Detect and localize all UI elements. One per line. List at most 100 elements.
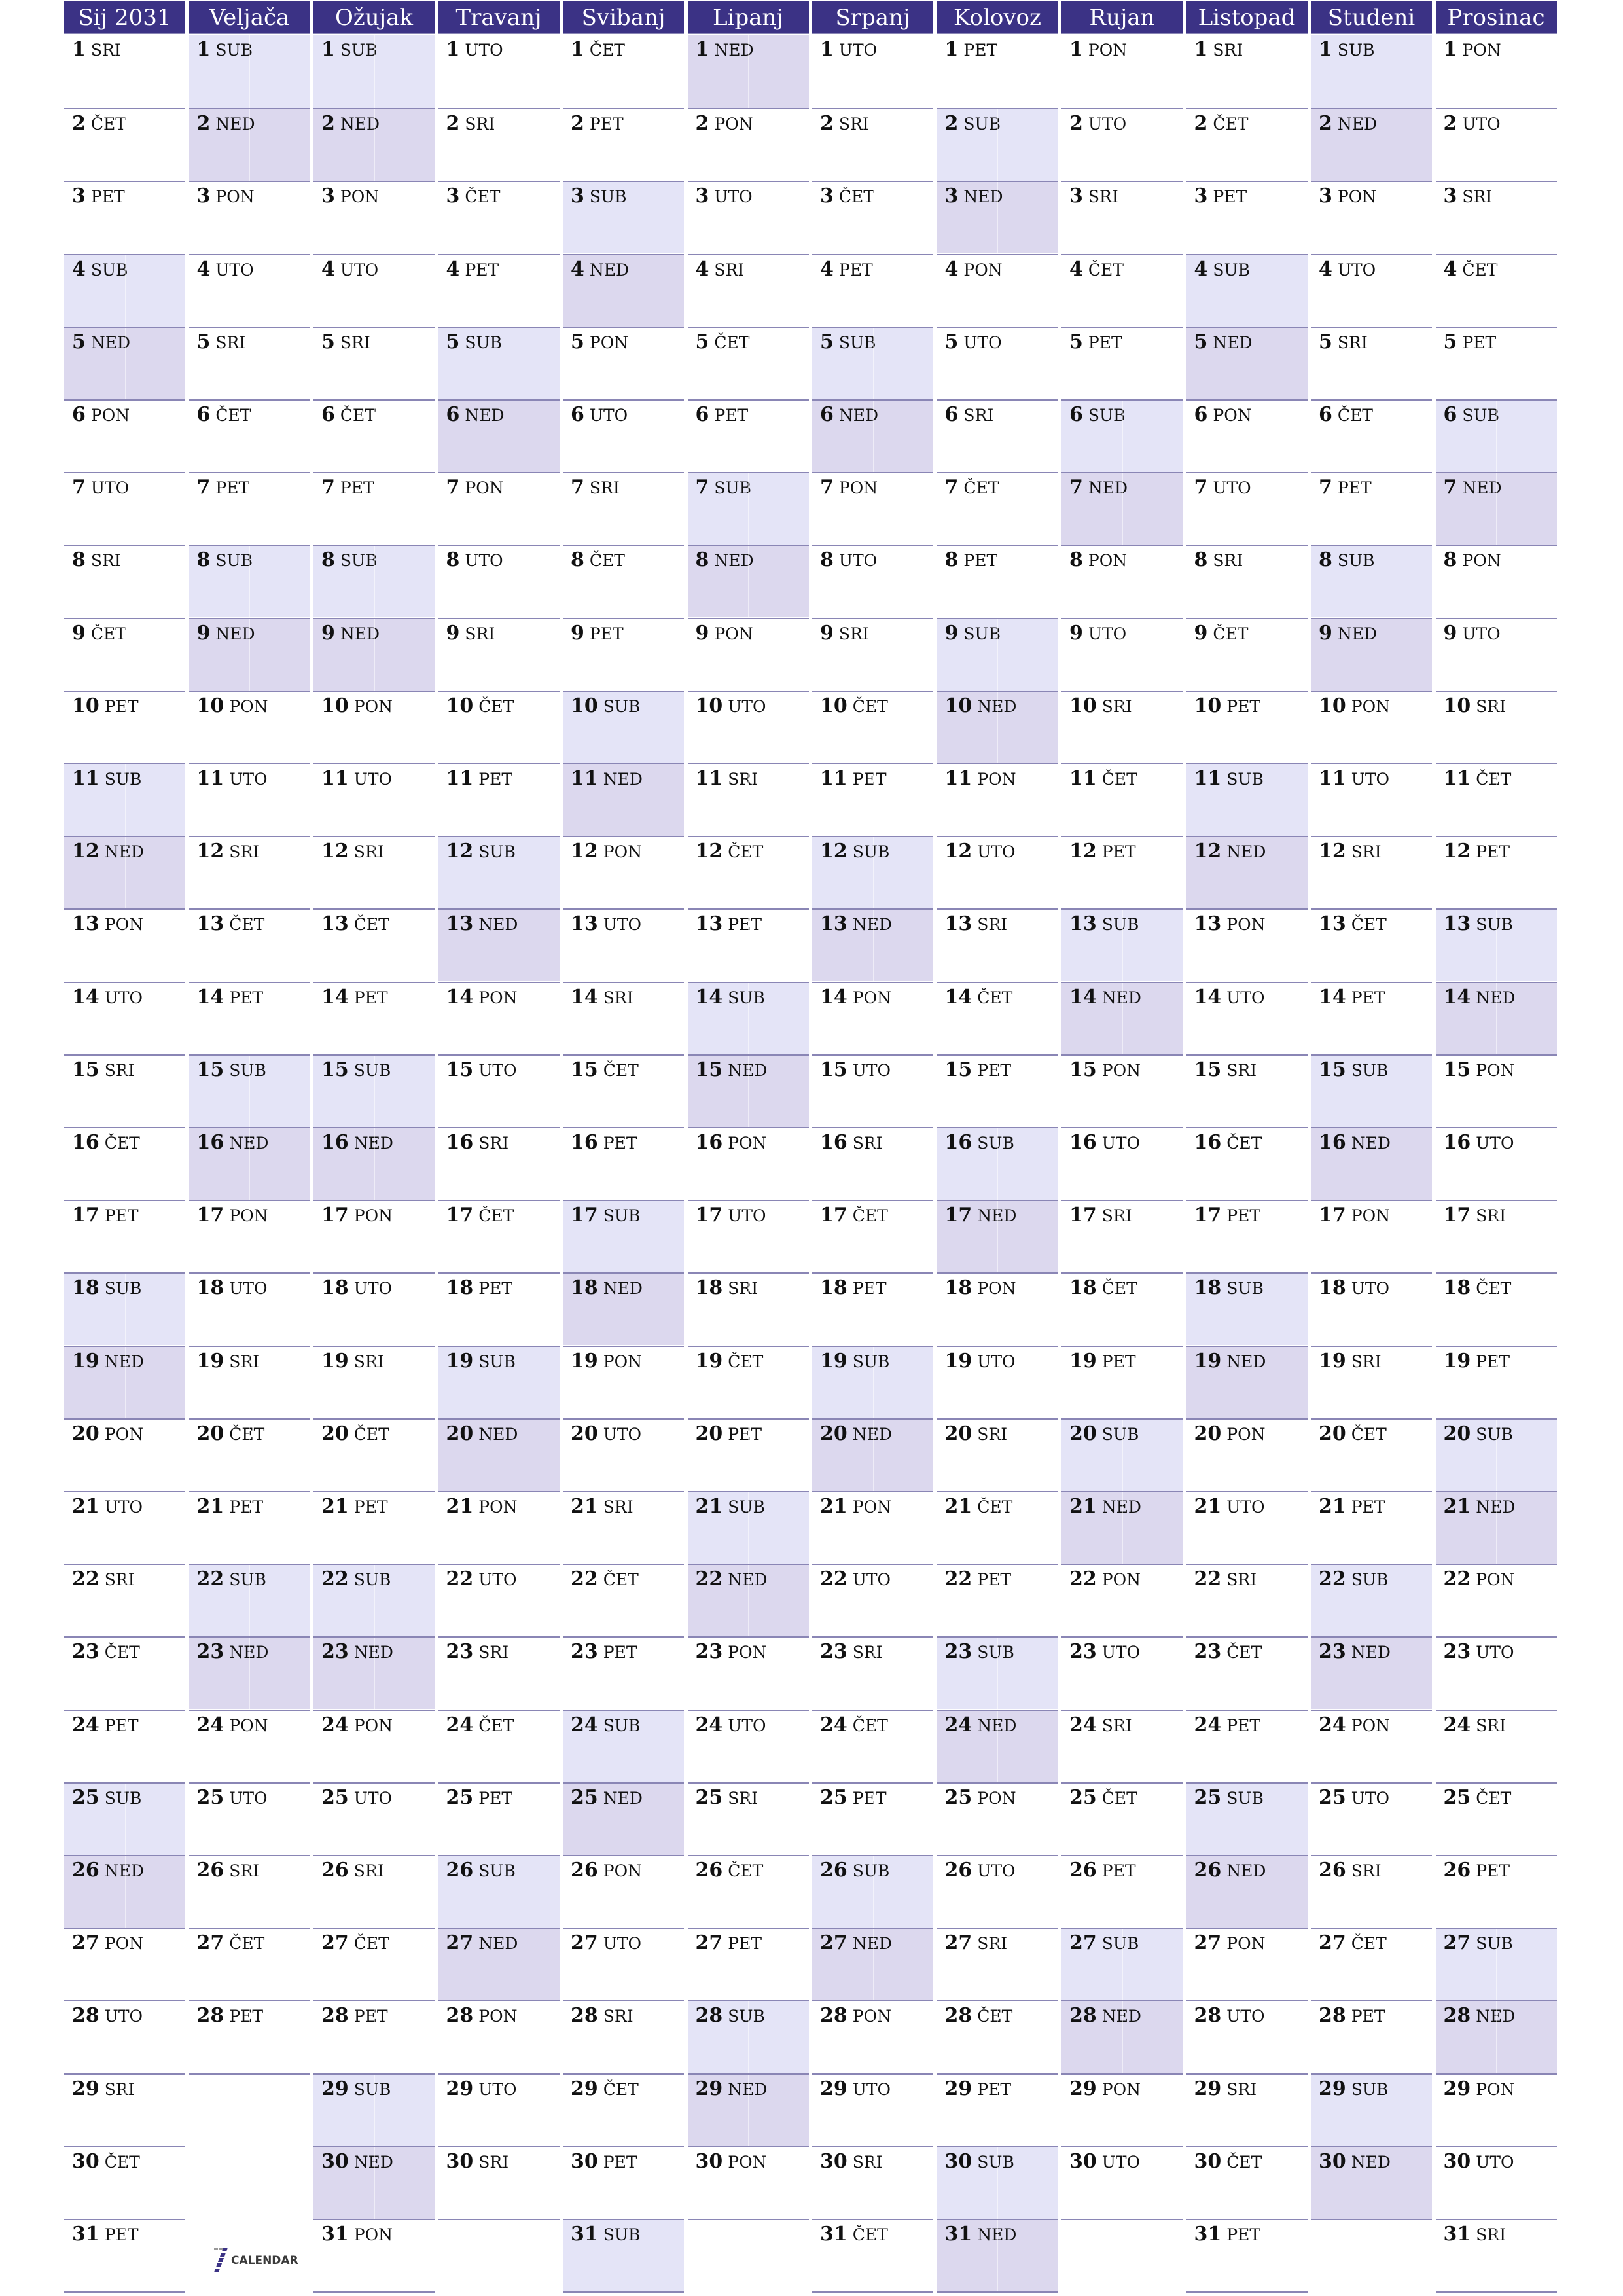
day-cell: 19 NED [64,1345,185,1418]
weekday-label: NED [852,1424,892,1444]
weekday-label: PON [603,842,642,862]
day-cell: 12 UTO [936,836,1058,909]
day-number: 21 SUB [695,1495,765,1518]
day-cell: 19 PET [1061,1345,1183,1418]
weekday-label: UTO [1351,1279,1389,1299]
day-cell: 13 SUB [1061,908,1183,982]
day-cell: 27 PON [64,1928,185,2001]
day-number: 29 SUB [1319,2077,1389,2100]
day-cell: 4 SRI [687,253,809,327]
weekday-label: SRI [90,551,121,571]
day-number: 16 SRI [446,1131,509,1154]
day-number: 1 PON [1443,38,1501,61]
day-number: 2 UTO [1069,112,1127,135]
weekday-label: UTO [1462,624,1501,643]
day-number: 9 NED [196,621,255,645]
day-cell: 17 SRI [1061,1200,1183,1273]
weekday-label: UTO [589,406,628,425]
day-cell: 14 PET [1311,981,1432,1054]
day-cell: 9 SUB [936,617,1058,691]
weekday-label: UTO [1337,260,1376,279]
day-cell: 16 SRI [438,1127,560,1200]
day-cell: 3 ČET [812,181,933,254]
day-number: 7 PET [321,476,374,499]
day-cell: 5 PET [1061,326,1183,399]
day-number: 20 PON [1194,1422,1266,1445]
weekday-label: SRI [478,1134,509,1153]
weekday-label: UTO [1351,1788,1389,1808]
weekday-label: SRI [215,332,246,352]
weekday-label: PET [229,1498,263,1516]
day-number: 6 SUB [1443,403,1499,426]
day-cell: 9 UTO [1061,617,1183,691]
day-number: 5 SUB [820,330,876,353]
weekday-label: SRI [1476,1715,1507,1735]
day-cell: 9 SRI [438,617,560,691]
day-cell: 22 UTO [438,1564,560,1637]
weekday-label: ČET [1101,1788,1137,1808]
day-number: 17 UTO [695,1204,766,1227]
weekday-label: NED [977,1715,1017,1735]
day-number: 18 SUB [72,1276,142,1300]
weekday-label: SUB [977,1134,1014,1153]
day-number: 6 SRI [944,403,994,426]
day-number: 7 SRI [571,476,620,499]
day-cell: 18 SUB [64,1272,185,1346]
day-cell: 12 PON [563,836,684,909]
weekday-label: SRI [1226,1060,1257,1080]
day-cell: 22 UTO [812,1564,933,1637]
day-cell: 4 SUB [64,253,185,327]
weekday-label: SRI [838,624,869,643]
day-cell: 31 SRI [1435,2219,1557,2291]
day-cell: 19 SUB [438,1345,560,1418]
day-number: 14 PET [196,985,264,1009]
day-cell: 17 ČET [812,1200,933,1273]
day-number: 18 UTO [321,1276,392,1300]
day-cell: 9 PET [563,617,684,691]
day-number: 5 SUB [446,330,502,353]
weekday-label: PON [977,770,1016,789]
day-number: 26 NED [1194,1859,1266,1882]
day-number: 2 NED [321,112,380,135]
weekday-label: SRI [1476,1206,1507,1226]
day-cell: 21 SUB [687,1491,809,1564]
weekday-label: PON [104,1424,143,1444]
day-number: 9 UTO [1069,621,1127,645]
weekday-label: UTO [353,770,392,789]
weekday-label: NED [90,332,131,352]
day-number: 27 NED [446,1931,518,1955]
weekday-label: NED [1351,1134,1391,1153]
day-cell: 11 UTO [188,763,310,836]
day-number: 20 UTO [571,1422,641,1445]
day-cell: 21 PET [188,1491,310,1564]
weekday-label: SRI [1337,332,1368,352]
day-number: 27 ČET [196,1931,265,1955]
day-cell: 10 SRI [1061,690,1183,763]
weekday-label: SUB [229,1060,266,1080]
day-cell: 27 UTO [563,1928,684,2001]
day-number: 15 SRI [72,1058,135,1081]
day-number: 1 NED [695,38,754,61]
weekday-label: ČET [353,1934,389,1954]
weekday-label: UTO [90,478,130,498]
day-number: 5 SRI [321,330,370,353]
day-number: 23 NED [321,1640,393,1664]
day-number: 4 ČET [1443,257,1498,281]
day-cell: 6 NED [438,399,560,472]
weekday-label: ČET [852,696,888,716]
day-cell: 3 ČET [438,181,560,254]
day-cell: 8 SRI [1186,545,1308,618]
weekday-label: PET [104,696,139,716]
weekday-label: PET [1226,1206,1260,1226]
day-number: 3 PON [196,185,255,208]
day-number: 11 UTO [1319,767,1389,790]
weekday-label: PON [229,1715,268,1735]
day-cell: 23 SRI [438,1636,560,1710]
day-number: 6 UTO [571,403,628,426]
day-number: 12 PET [1069,840,1136,863]
day-cell: 14 ČET [936,981,1058,1054]
day-number: 24 SRI [1443,1713,1507,1736]
weekday-label: ČET [1101,1279,1137,1299]
weekday-label: UTO [1088,115,1127,134]
weekday-label: NED [1351,2152,1391,2172]
